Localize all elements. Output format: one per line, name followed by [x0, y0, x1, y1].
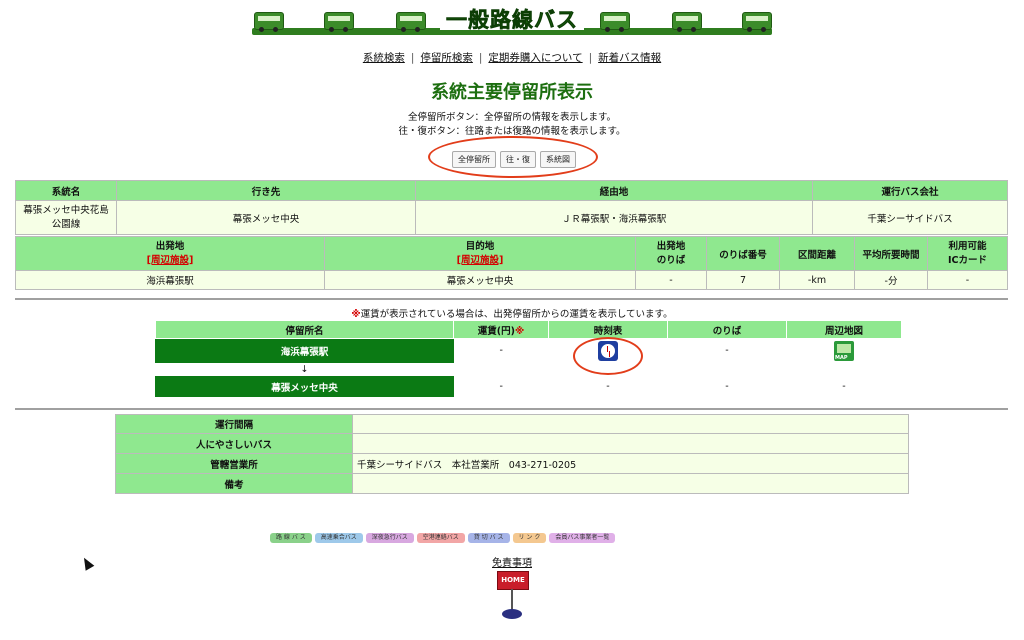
avg-time-value: -分 — [854, 270, 928, 290]
footer-category-links: 路 線 バ ス高速乗合バス 深夜急行バス 空港連絡バス貸 切 バ スリ ン ク会員バ… — [270, 531, 618, 543]
header-route-name: 系統名 — [15, 180, 117, 201]
header-distance: 区間距離 — [779, 236, 855, 271]
info-value — [352, 433, 909, 454]
origin-value: 海浜幕張駅 — [15, 270, 325, 290]
info-value: 千葉シーサイドバス 本社営業所 043-271-0205 — [352, 453, 909, 474]
nav-stop-search[interactable]: 停留所検索 — [420, 52, 473, 64]
divider — [15, 408, 1008, 410]
route-name: 幕張メッセ中央花島公園線 — [15, 200, 117, 235]
bus-icon — [254, 12, 284, 32]
stop-timetable: - — [548, 376, 668, 397]
footer-link-local-bus[interactable]: 路 線 バ ス — [270, 533, 312, 543]
map-cell: MAP — [786, 338, 902, 363]
disclaimer-link[interactable]: 免責事項 — [0, 554, 1024, 569]
header-destination: 行き先 — [116, 180, 416, 201]
bus-icon — [324, 12, 354, 32]
header-stop-name: 停留所名 — [155, 320, 454, 339]
top-nav: 系統検索 | 停留所検索 | 定期券購入について | 新着バス情報 — [362, 52, 662, 64]
description-line: 全停留所ボタン：全停留所の情報を表示します。 — [407, 112, 617, 123]
home-sign-base — [502, 609, 522, 619]
distance-value: -km — [779, 270, 855, 290]
info-label: 管轄営業所 — [115, 453, 353, 474]
footer-link-charter-bus[interactable]: 貸 切 バ ス — [467, 533, 510, 543]
info-table: 運行間隔 人にやさしいバス 管轄営業所 千葉シーサイドバス 本社営業所 043-… — [115, 414, 909, 494]
fare-note: ※運賃が表示されている場合は、出発停留所からの運賃を表示しています。 — [351, 309, 673, 320]
annotation-circle — [428, 136, 598, 178]
bus-company: 千葉シーサイドバス — [812, 200, 1008, 235]
header-fare: 運賃(円)※ — [453, 320, 549, 339]
destination: 幕張メッセ中央 — [116, 200, 416, 235]
home-button[interactable]: HOME — [497, 571, 529, 590]
header-dest: 目的地 [周辺施設] — [324, 236, 636, 271]
header-via: 経由地 — [415, 180, 813, 201]
stop-fare: - — [453, 376, 549, 397]
origin-facilities-link[interactable]: [周辺施設] — [16, 254, 324, 268]
via-stops: ＪＲ幕張駅・海浜幕張駅 — [415, 200, 813, 235]
nav-route-search[interactable]: 系統検索 — [363, 52, 405, 64]
info-value — [352, 414, 909, 434]
header-avg-time: 平均所要時間 — [854, 236, 928, 271]
stop-fare: - — [453, 338, 549, 363]
header-bus-company: 運行バス会社 — [812, 180, 1008, 201]
stop-map: - — [786, 376, 902, 397]
page-title: 系統主要停留所表示 — [431, 82, 593, 103]
header-platform: のりば — [667, 320, 787, 339]
platform-no-value: 7 — [706, 270, 780, 290]
platform-value: - — [635, 270, 707, 290]
nav-new-info[interactable]: 新着バス情報 — [598, 52, 661, 64]
description: 全停留所ボタン：全停留所の情報を表示します。 往・復ボタン：往路または復路の情報… — [0, 111, 1024, 139]
bus-icon — [396, 12, 426, 32]
site-banner: 一般路線バス — [252, 4, 772, 36]
nav-commuter-pass[interactable]: 定期券購入について — [488, 52, 582, 64]
dest-facilities-link[interactable]: [周辺施設] — [325, 254, 635, 268]
stop-table: 停留所名 運賃(円)※ 時刻表 のりば 周辺地図 海浜幕張駅 - - MAP ↓… — [155, 320, 902, 397]
header-ic-card: 利用可能 ICカード — [927, 236, 1008, 271]
bus-icon — [742, 12, 772, 32]
stop-platform: - — [667, 338, 787, 363]
bus-icon — [672, 12, 702, 32]
route-table: 系統名 行き先 経由地 運行バス会社 幕張メッセ中央花島公園線 幕張メッセ中央 … — [15, 180, 1008, 235]
banner-title: 一般路線バス — [440, 4, 584, 32]
footer-link-night-bus[interactable]: 深夜急行バス — [365, 533, 414, 543]
header-origin: 出発地 [周辺施設] — [15, 236, 325, 271]
info-label: 運行間隔 — [115, 414, 353, 434]
info-label: 人にやさしいバス — [115, 433, 353, 454]
header-timetable: 時刻表 — [548, 320, 668, 339]
header-origin-platform: 出発地 のりば — [635, 236, 707, 271]
footer-link-members[interactable]: 会員バス事業者一覧 — [549, 533, 616, 543]
stop-platform: - — [667, 376, 787, 397]
info-value — [352, 473, 909, 494]
bus-icon — [600, 12, 630, 32]
trip-table: 出発地 [周辺施設] 目的地 [周辺施設] 出発地 のりば のりば番号 区間距離… — [15, 236, 1008, 290]
header-platform-no: のりば番号 — [706, 236, 780, 271]
dest-value: 幕張メッセ中央 — [324, 270, 636, 290]
direction-arrow: ↓ — [155, 362, 454, 377]
stop-name[interactable]: 幕張メッセ中央 — [155, 376, 454, 397]
info-label: 備考 — [115, 473, 353, 494]
footer-link-links[interactable]: リ ン ク — [512, 533, 547, 543]
footer-link-airport-bus[interactable]: 空港連絡バス — [416, 533, 465, 543]
annotation-circle — [573, 337, 643, 375]
footer-link-highway-bus[interactable]: 高速乗合バス — [314, 533, 363, 543]
map-icon[interactable]: MAP — [834, 340, 854, 361]
divider — [15, 298, 1008, 300]
home-sign-pole — [511, 589, 513, 611]
ic-value: - — [927, 270, 1008, 290]
header-map: 周辺地図 — [786, 320, 902, 339]
stop-name[interactable]: 海浜幕張駅 — [155, 338, 454, 363]
